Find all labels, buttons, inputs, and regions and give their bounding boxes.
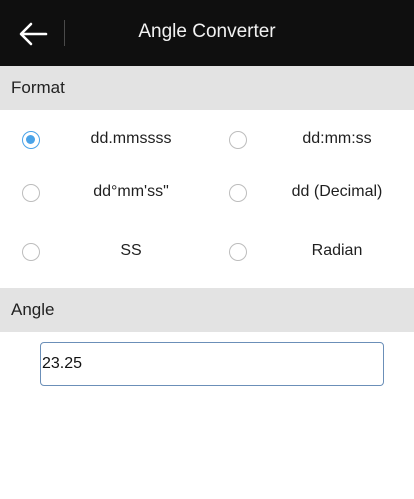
option-label-dd-mmssss[interactable]: dd.mmssss	[56, 130, 206, 148]
angle-section-header: Angle	[0, 288, 414, 332]
radio-dd-mm-ss[interactable]	[229, 131, 247, 149]
option-label-dd-decimal[interactable]: dd (Decimal)	[262, 183, 412, 201]
angle-field[interactable]	[40, 342, 384, 386]
option-label-dd-deg-mm-ss[interactable]: dd°mm'ss"	[56, 183, 206, 201]
format-row-3: SS Radian	[0, 222, 414, 282]
radio-dd-deg-mm-ss[interactable]	[22, 184, 40, 202]
option-label-ss[interactable]: SS	[56, 242, 206, 260]
option-label-dd-mm-ss[interactable]: dd:mm:ss	[262, 130, 412, 148]
radio-dd-decimal[interactable]	[229, 184, 247, 202]
radio-ss[interactable]	[22, 243, 40, 261]
radio-dd-mmssss[interactable]	[22, 131, 40, 149]
format-section-header: Format	[0, 66, 414, 110]
radio-radian[interactable]	[229, 243, 247, 261]
option-label-radian[interactable]: Radian	[262, 242, 412, 260]
page-title: Angle Converter	[138, 21, 276, 42]
app-bar: Angle Converter	[0, 0, 414, 66]
angle-input[interactable]	[41, 343, 383, 385]
format-row-1: dd.mmssss dd:mm:ss	[0, 110, 414, 170]
format-row-2: dd°mm'ss" dd (Decimal)	[0, 163, 414, 223]
